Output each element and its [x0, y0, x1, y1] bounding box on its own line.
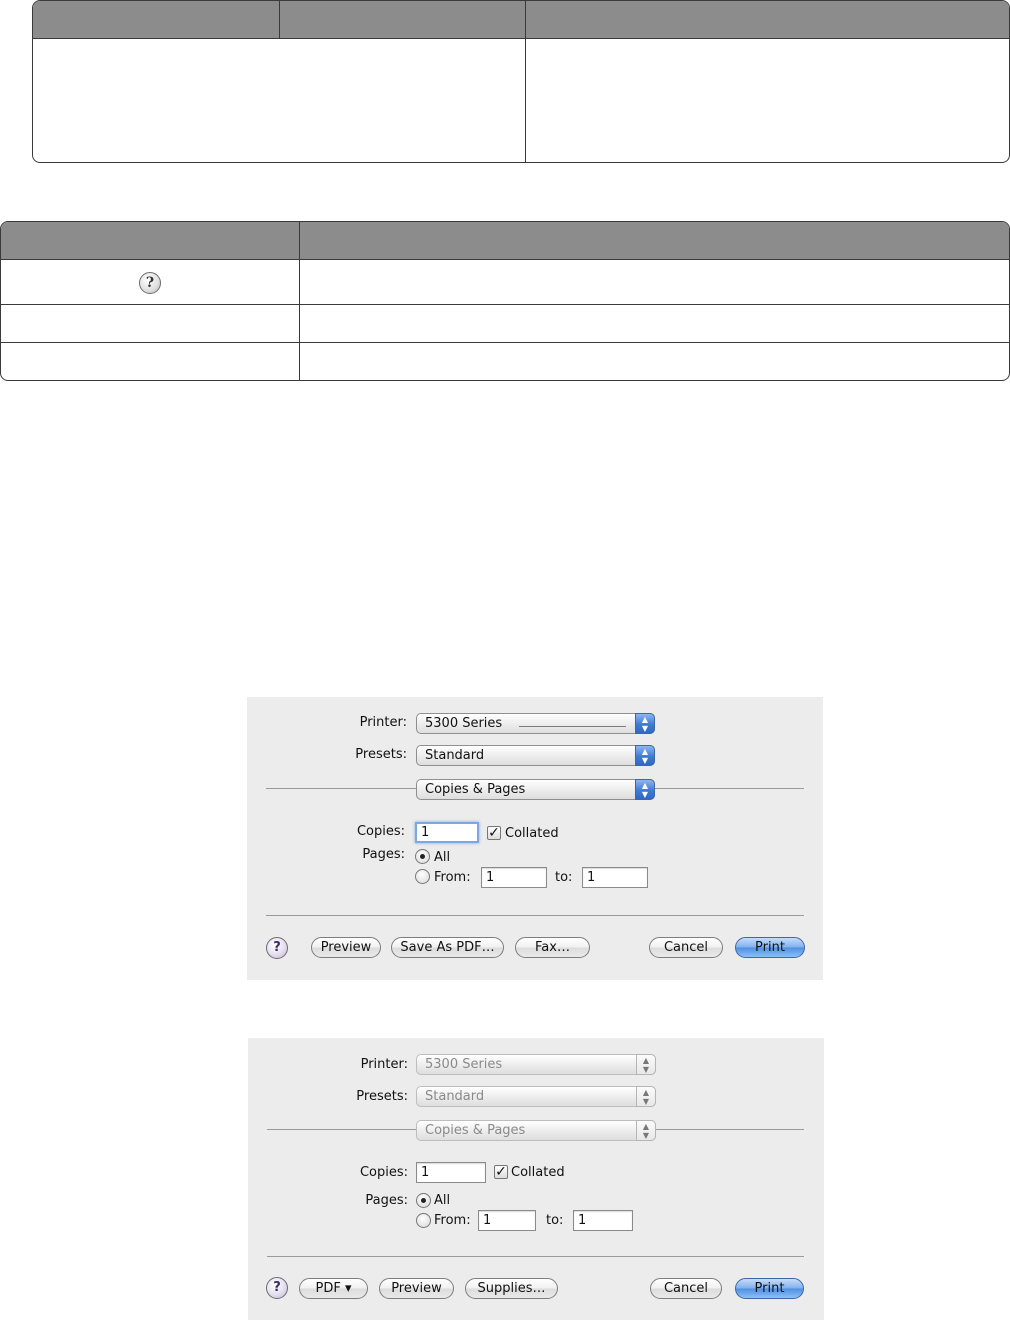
from-input[interactable]: 1	[478, 1210, 536, 1231]
fax-button[interactable]: Fax…	[515, 937, 590, 958]
document-table-top	[32, 0, 1010, 163]
printer-popup[interactable]: 5300 Series ▲ ▼	[416, 1054, 656, 1075]
column-divider	[525, 1, 526, 162]
from-input[interactable]: 1	[481, 867, 547, 888]
pages-all-label: All	[434, 850, 451, 865]
help-button[interactable]: ?	[266, 937, 288, 959]
collated-label: Collated	[511, 1165, 565, 1180]
pages-all-label: All	[434, 1193, 451, 1208]
printer-value: 5300 Series	[425, 716, 503, 731]
printer-label: Printer:	[360, 1057, 408, 1072]
help-button[interactable]: ?	[266, 1277, 288, 1299]
separator-right	[656, 1129, 804, 1130]
printer-popup[interactable]: 5300 Series ▲ ▼	[416, 713, 655, 734]
popup-divider-line	[519, 726, 626, 727]
cancel-button[interactable]: Cancel	[649, 937, 723, 958]
presets-popup[interactable]: Standard ▲ ▼	[416, 1086, 656, 1107]
save-as-pdf-button[interactable]: Save As PDF…	[391, 937, 504, 958]
panel-value: Copies & Pages	[425, 1123, 526, 1138]
panel-value: Copies & Pages	[425, 782, 526, 797]
up-down-arrows-icon: ▲ ▼	[636, 1054, 656, 1075]
pages-label: Pages:	[362, 847, 405, 862]
print-dialog-top: Printer: 5300 Series ▲ ▼ Presets: Standar…	[247, 697, 823, 980]
to-input[interactable]: 1	[573, 1210, 633, 1231]
separator-bottom	[266, 915, 804, 916]
up-down-arrows-icon: ▲ ▼	[635, 745, 655, 766]
separator-bottom	[267, 1256, 804, 1257]
table-header-row	[33, 1, 1009, 39]
column-divider	[279, 1, 280, 39]
collated-checkbox[interactable]: ✓	[487, 826, 501, 840]
print-button[interactable]: Print	[735, 1278, 804, 1299]
column-divider	[299, 222, 300, 380]
panel-popup[interactable]: Copies & Pages ▲ ▼	[416, 1120, 656, 1141]
separator-right	[655, 788, 804, 789]
supplies-button[interactable]: Supplies…	[465, 1278, 558, 1299]
up-down-arrows-icon: ▲ ▼	[635, 713, 655, 734]
copies-label: Copies:	[359, 1165, 408, 1180]
separator-left	[266, 788, 416, 789]
up-down-arrows-icon: ▲ ▼	[635, 779, 655, 800]
presets-popup[interactable]: Standard ▲ ▼	[416, 745, 655, 766]
presets-value: Standard	[425, 1089, 485, 1104]
document-table-icons: ?	[0, 221, 1010, 381]
to-label: to:	[555, 870, 573, 885]
copies-label: Copies:	[356, 824, 405, 839]
to-label: to:	[546, 1213, 564, 1228]
preview-button[interactable]: Preview	[379, 1278, 454, 1299]
printer-label: Printer:	[359, 715, 407, 730]
print-dialog-bottom: Printer: 5300 Series ▲ ▼ Presets: Standar…	[248, 1038, 824, 1320]
up-down-arrows-icon: ▲ ▼	[636, 1120, 656, 1141]
cancel-button[interactable]: Cancel	[650, 1278, 722, 1299]
print-button[interactable]: Print	[735, 937, 805, 958]
help-icon: ?	[139, 272, 161, 294]
collated-checkbox[interactable]: ✓	[494, 1165, 508, 1179]
pages-from-radio[interactable]	[415, 869, 430, 884]
copies-input[interactable]: 1	[415, 822, 479, 843]
from-label: From:	[434, 1213, 471, 1228]
presets-label: Presets:	[355, 747, 407, 762]
up-down-arrows-icon: ▲ ▼	[636, 1086, 656, 1107]
to-input[interactable]: 1	[582, 867, 648, 888]
presets-label: Presets:	[356, 1089, 408, 1104]
printer-value: 5300 Series	[425, 1057, 503, 1072]
pages-label: Pages:	[365, 1193, 408, 1208]
from-label: From:	[434, 870, 471, 885]
panel-popup[interactable]: Copies & Pages ▲ ▼	[416, 779, 655, 800]
row-divider	[1, 304, 1009, 305]
pages-all-radio[interactable]	[416, 1193, 431, 1208]
collated-label: Collated	[505, 826, 559, 841]
row-divider	[1, 342, 1009, 343]
pages-all-radio[interactable]	[415, 849, 430, 864]
separator-left	[267, 1129, 416, 1130]
preview-button[interactable]: Preview	[311, 937, 381, 958]
pages-from-radio[interactable]	[416, 1213, 431, 1228]
pdf-menu-button[interactable]: PDF ▾	[299, 1278, 368, 1299]
table-header-row	[1, 222, 1009, 260]
presets-value: Standard	[425, 748, 485, 763]
copies-input[interactable]: 1	[416, 1162, 486, 1183]
